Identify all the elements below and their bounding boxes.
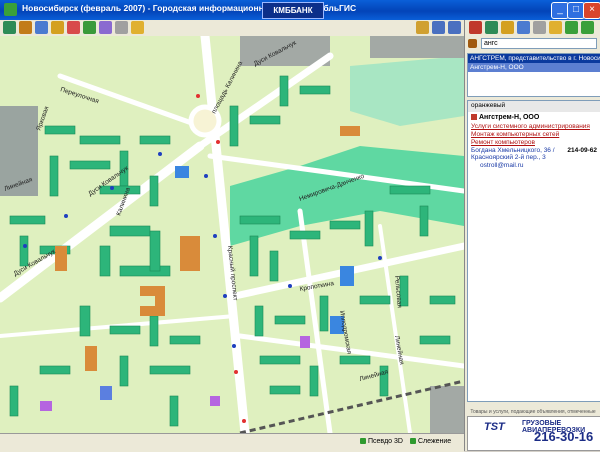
search-row <box>465 37 600 51</box>
purple-building-3 <box>210 396 220 406</box>
service-link[interactable]: Ремонт компьютеров <box>468 139 600 147</box>
app-icon <box>4 3 17 16</box>
email-link[interactable]: ostroll@mail.ru <box>468 161 600 170</box>
purple-building-2 <box>300 336 310 348</box>
building-icon[interactable] <box>469 21 482 34</box>
print-icon[interactable] <box>533 21 546 34</box>
orange-building-4 <box>340 126 360 136</box>
list-item[interactable]: АНГСТРЕМ, представительство в г. Новосиб… <box>468 54 600 63</box>
bank-logo: КМББАНК <box>262 2 324 19</box>
service-link[interactable]: Услуги системного администрирования <box>468 123 600 131</box>
orange-building-3 <box>85 346 97 371</box>
route-icon[interactable] <box>99 21 112 34</box>
orange-building <box>180 236 200 271</box>
advert-logo: TST <box>484 421 505 433</box>
phone-number: 214-09-62 <box>567 147 597 154</box>
close-button[interactable]: × <box>583 2 600 19</box>
purple-building <box>40 401 52 411</box>
list-icon[interactable] <box>517 21 530 34</box>
check-icon <box>360 438 366 445</box>
title-bar: Новосибирск (февраль 2007) - Городская и… <box>0 0 600 20</box>
forward-arrow-icon[interactable] <box>581 21 594 34</box>
folder-icon[interactable] <box>549 21 562 34</box>
globe-icon[interactable] <box>485 21 498 34</box>
back-arrow-icon[interactable] <box>565 21 578 34</box>
folder-icon[interactable] <box>131 21 144 34</box>
advert-caption: Товары и услуги, подающие объявления, от… <box>470 409 596 415</box>
company-name: Ангстрем-Н, ООО <box>468 112 600 123</box>
advert-phone: 216-30-16 <box>534 429 594 444</box>
info-icon[interactable] <box>432 21 445 34</box>
list-item[interactable]: Ангстрем-Н, ООО <box>468 63 600 72</box>
print-icon[interactable] <box>115 21 128 34</box>
arrow-icon[interactable] <box>51 21 64 34</box>
service-link[interactable]: Монтаж компьютерных сетей <box>468 131 600 139</box>
status-bar: Псевдо 3D Слежение <box>0 433 464 452</box>
pencil-icon[interactable] <box>19 21 32 34</box>
address-link[interactable]: Богдана Хмельницкого, 36 /214-09-62 <box>468 147 600 154</box>
address-link-2[interactable]: Красноярский 2-й пер., 3 <box>468 154 600 161</box>
pseudo3d-toggle[interactable]: Псевдо 3D <box>360 438 403 445</box>
help-icon[interactable] <box>448 21 461 34</box>
check-icon <box>410 438 416 445</box>
search-icon <box>468 39 477 48</box>
search-input[interactable] <box>481 38 597 49</box>
industrial-block-4 <box>430 386 464 433</box>
results-list[interactable]: АНГСТРЕМ, представительство в г. Новосиб… <box>467 53 600 97</box>
orange-building-2 <box>55 246 67 271</box>
map-canvas: Дуси Ковальчук площадь Калинина Переулоч… <box>0 36 464 433</box>
key-icon[interactable] <box>416 21 429 34</box>
marker-icon[interactable] <box>67 21 80 34</box>
right-panel: АНГСТРЕМ, представительство в г. Новосиб… <box>464 20 600 451</box>
tracking-toggle[interactable]: Слежение <box>410 438 451 445</box>
panel-toolbar <box>465 20 600 36</box>
bus-icon[interactable] <box>501 21 514 34</box>
layers-icon[interactable] <box>83 21 96 34</box>
blue-building-3 <box>175 166 189 178</box>
blue-building <box>340 266 354 286</box>
industrial-block-3 <box>370 36 464 58</box>
park-area-2 <box>350 56 464 126</box>
blue-building-4 <box>100 386 112 400</box>
advert-banner[interactable]: TST ГРУЗОВЫЕ АВИАПЕРЕВОЗКИ 216-30-16 <box>467 416 600 451</box>
firm-details: оранжевый Ангстрем-Н, ООО Услуги системн… <box>467 100 600 402</box>
map-toolbar <box>0 20 464 37</box>
city-map[interactable]: Дуси Ковальчук площадь Калинина Переулоч… <box>0 36 464 433</box>
home-icon[interactable] <box>3 21 16 34</box>
category-header: оранжевый <box>468 101 600 112</box>
marker-icon <box>471 114 477 121</box>
ruler-icon[interactable] <box>35 21 48 34</box>
